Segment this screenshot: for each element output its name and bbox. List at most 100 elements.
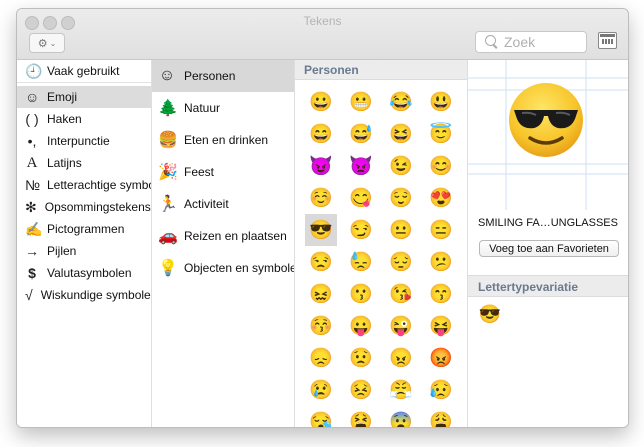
subcategory-label: Natuur <box>184 101 221 115</box>
emoji-cell[interactable]: 😃 <box>425 86 457 118</box>
category-item-arrows[interactable]: → Pijlen <box>17 240 151 262</box>
subcategory-item-people[interactable]: ☺ Personen <box>152 60 294 92</box>
font-variation-glyph[interactable]: 😎 <box>478 302 502 326</box>
emoji-cell[interactable]: 😆 <box>385 118 417 150</box>
emoji-cell[interactable]: 😗 <box>345 278 377 310</box>
emoji-cell[interactable]: 😥 <box>425 374 457 406</box>
latin-letter-icon: A <box>26 154 38 171</box>
category-item-currency[interactable]: $ Valutasymbolen <box>17 262 151 284</box>
category-item-punctuation[interactable]: •, Interpunctie <box>17 130 151 152</box>
emoji-cell[interactable]: 😉 <box>385 150 417 182</box>
font-variation-header: Lettertypevariatie <box>468 275 628 297</box>
character-detail-panel: SMILING FA…UNGLASSES Voeg toe aan Favori… <box>468 60 628 427</box>
emoji-cell[interactable]: 😊 <box>425 150 457 182</box>
keyboard-viewer-icon[interactable] <box>598 32 617 49</box>
emoji-cell[interactable]: 😪 <box>305 406 337 428</box>
subcategory-label: Activiteit <box>184 197 229 211</box>
subcategory-label: Eten en drinken <box>184 133 269 147</box>
emoji-cell[interactable]: 😛 <box>345 310 377 342</box>
emoji-grid: 😀 😬 😂 😃 😄 😅 😆 😇 😈 👿 😉 😊 ☺️ 😋 😌 😍 😎 😏 😐 😑 😒 😓 😔 😕 😖 😗 😘 😙 😚 😛 😜 😝 😞 😟 😠 😡 😢 😣 😤… <box>305 86 457 427</box>
objects-icon: 💡 <box>158 260 178 277</box>
emoji-cell[interactable]: 😬 <box>345 86 377 118</box>
emoji-cell[interactable]: 😞 <box>305 342 337 374</box>
add-to-favorites-button[interactable]: Voeg toe aan Favorieten <box>479 240 619 257</box>
subcategory-label: Feest <box>184 165 215 179</box>
subcategory-label: Personen <box>184 69 236 83</box>
emoji-cell[interactable]: 😡 <box>425 342 457 374</box>
emoji-cell[interactable]: 😑 <box>425 214 457 246</box>
emoji-cell[interactable]: 😅 <box>345 118 377 150</box>
subcategory-item-nature[interactable]: 🌲 Natuur <box>152 92 294 124</box>
emoji-cell[interactable]: 😍 <box>425 182 457 214</box>
emoji-cell[interactable]: 😐 <box>385 214 417 246</box>
bullet-asterisk-icon: ✻ <box>25 198 37 215</box>
emoji-cell[interactable]: 😢 <box>305 374 337 406</box>
category-item-frequently-used[interactable]: 🕘 Vaak gebruikt <box>17 60 151 82</box>
emoji-cell[interactable]: 😟 <box>345 342 377 374</box>
category-item-pictographs[interactable]: ✍ Pictogrammen <box>17 218 151 240</box>
emoji-cell[interactable]: 😩 <box>425 406 457 428</box>
emoji-cell[interactable]: 😋 <box>345 182 377 214</box>
clock-icon: 🕘 <box>25 62 43 79</box>
emoji-cell[interactable]: 😈 <box>305 150 337 182</box>
category-item-letterlike-symbols[interactable]: № Letterachtige symbolen <box>17 174 151 196</box>
subcategory-label: Objecten en symbolen <box>184 261 294 275</box>
emoji-cell[interactable]: 😒 <box>305 246 337 278</box>
emoji-cell[interactable]: 😀 <box>305 86 337 118</box>
emoji-cell[interactable]: 😇 <box>425 118 457 150</box>
action-menu-button[interactable]: ⚙ ⌄ <box>29 33 65 53</box>
emoji-cell[interactable]: 😝 <box>425 310 457 342</box>
emoji-cell[interactable]: 😠 <box>385 342 417 374</box>
chevron-down-icon: ⌄ <box>49 38 57 48</box>
subcategory-item-activity[interactable]: 🏃 Activiteit <box>152 188 294 220</box>
emoji-cell[interactable]: 😂 <box>385 86 417 118</box>
tree-icon: 🌲 <box>158 100 178 117</box>
divider <box>17 82 151 83</box>
emoji-cell[interactable]: 😖 <box>305 278 337 310</box>
emoji-cell[interactable]: 😣 <box>345 374 377 406</box>
category-item-bullets-stars[interactable]: ✻ Opsommingstekens/sterren <box>17 196 151 218</box>
category-item-emoji[interactable]: ☺ Emoji <box>17 86 151 108</box>
emoji-cell[interactable]: 😜 <box>385 310 417 342</box>
emoji-cell[interactable]: 😚 <box>305 310 337 342</box>
category-label: Pictogrammen <box>47 222 125 236</box>
emoji-cell[interactable]: 😨 <box>385 406 417 428</box>
emoji-cell[interactable]: 😫 <box>345 406 377 428</box>
search-input[interactable] <box>504 33 582 50</box>
category-label: Letterachtige symbolen <box>47 178 151 192</box>
subcategory-item-celebration[interactable]: 🎉 Feest <box>152 156 294 188</box>
category-label: Latijns <box>47 156 82 170</box>
category-label: Haken <box>47 112 82 126</box>
smiley-icon: ☺ <box>158 67 176 84</box>
smiley-icon: ☺ <box>25 89 40 105</box>
subcategory-item-objects-symbols[interactable]: 💡 Objecten en symbolen <box>152 252 294 284</box>
parentheses-icon: ( ) <box>25 111 39 127</box>
emoji-cell[interactable]: 😔 <box>385 246 417 278</box>
emoji-cell[interactable]: 😎 <box>305 214 337 246</box>
category-item-math[interactable]: √ Wiskundige symbolen <box>17 284 151 306</box>
arrow-icon: → <box>25 243 39 259</box>
search-field[interactable] <box>475 31 587 53</box>
emoji-cell[interactable]: 😕 <box>425 246 457 278</box>
emoji-cell[interactable]: 😘 <box>385 278 417 310</box>
sunglasses-face-icon <box>509 83 583 157</box>
emoji-cell[interactable]: 😏 <box>345 214 377 246</box>
dollar-icon: $ <box>28 265 36 281</box>
category-item-brackets[interactable]: ( ) Haken <box>17 108 151 130</box>
emoji-cell[interactable]: 😓 <box>345 246 377 278</box>
emoji-cell[interactable]: 👿 <box>345 150 377 182</box>
emoji-cell[interactable]: 😄 <box>305 118 337 150</box>
pictogram-icon: ✍ <box>25 220 43 237</box>
subcategory-item-food-drink[interactable]: 🍔 Eten en drinken <box>152 124 294 156</box>
gear-icon: ⚙ <box>37 37 48 50</box>
category-label: Vaak gebruikt <box>47 64 120 78</box>
emoji-cell[interactable]: ☺️ <box>305 182 337 214</box>
runner-icon: 🏃 <box>158 196 178 213</box>
subcategory-label: Reizen en plaatsen <box>184 229 287 243</box>
emoji-cell[interactable]: 😌 <box>385 182 417 214</box>
emoji-cell[interactable]: 😤 <box>385 374 417 406</box>
punctuation-icon: •, <box>27 133 37 149</box>
subcategory-item-travel-places[interactable]: 🚗 Reizen en plaatsen <box>152 220 294 252</box>
category-item-latin[interactable]: A Latijns <box>17 152 151 174</box>
emoji-cell[interactable]: 😙 <box>425 278 457 310</box>
